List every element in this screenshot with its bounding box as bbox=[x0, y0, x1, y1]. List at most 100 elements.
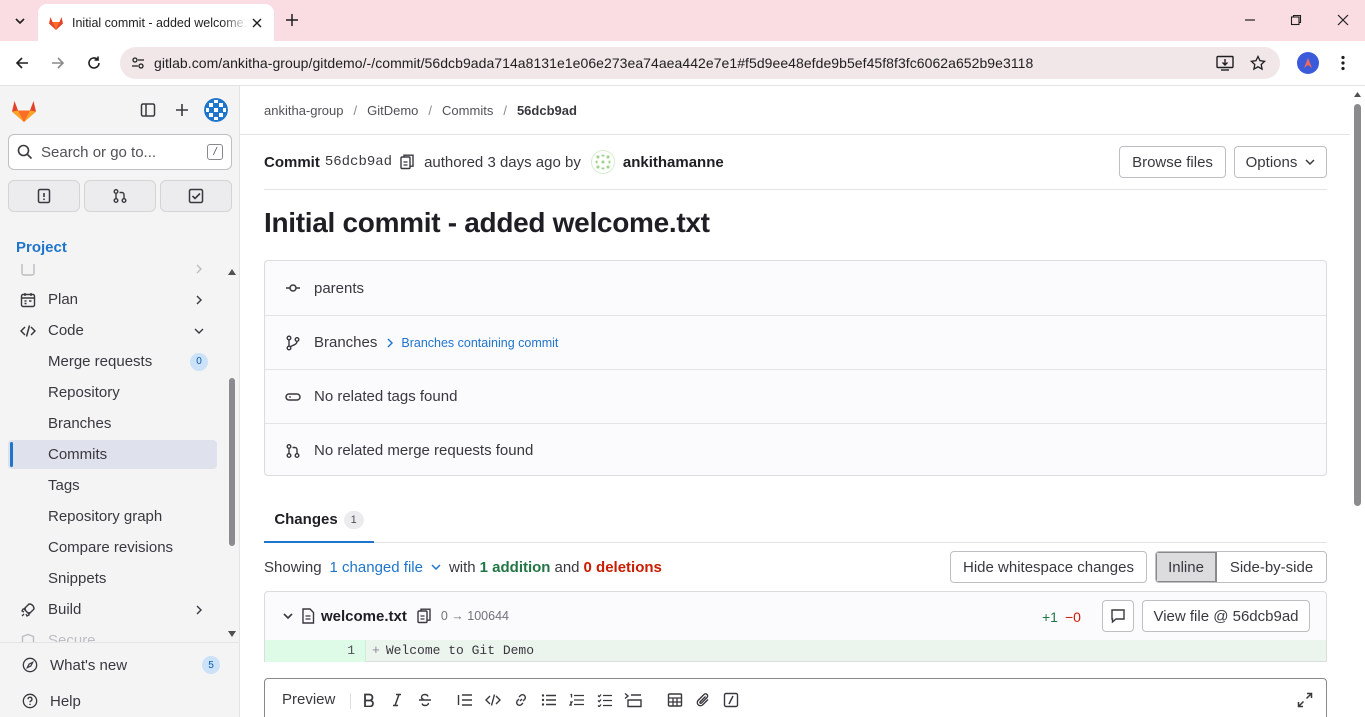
sidebar-item-build[interactable]: Build bbox=[8, 595, 217, 624]
diff-line-number[interactable]: 1 bbox=[265, 639, 366, 662]
sidebar-item-tags[interactable]: Tags bbox=[8, 471, 217, 500]
breadcrumb-group[interactable]: ankitha-group bbox=[264, 103, 344, 118]
sidebar-scrollbar[interactable] bbox=[224, 264, 240, 642]
copy-path-icon[interactable] bbox=[417, 608, 431, 624]
strikethrough-button[interactable] bbox=[415, 690, 435, 710]
tab-changes[interactable]: Changes 1 bbox=[264, 498, 374, 543]
table-button[interactable] bbox=[665, 690, 685, 710]
numbered-list-button[interactable] bbox=[567, 690, 587, 710]
sidebar-item-compare-revisions[interactable]: Compare revisions bbox=[8, 533, 217, 562]
minimize-button[interactable] bbox=[1238, 8, 1262, 32]
changed-files-dropdown[interactable]: 1 changed file bbox=[326, 559, 441, 576]
browser-tab[interactable]: Initial commit - added welcome.txt bbox=[38, 4, 274, 41]
toggle-sidebar-button[interactable] bbox=[136, 98, 160, 122]
sidebar-item-secure[interactable]: Secure bbox=[8, 626, 217, 642]
strikethrough-icon bbox=[419, 693, 431, 707]
divider bbox=[240, 134, 1350, 135]
new-tab-button[interactable] bbox=[282, 10, 302, 30]
side-by-side-view-button[interactable]: Side-by-side bbox=[1217, 552, 1326, 582]
comment-button[interactable] bbox=[1102, 600, 1134, 632]
link-button[interactable] bbox=[511, 690, 531, 710]
tab-close-icon[interactable] bbox=[248, 14, 266, 32]
bold-button[interactable] bbox=[359, 690, 379, 710]
sidebar-item-branches[interactable]: Branches bbox=[8, 409, 217, 438]
sidebar-item-label: Branches bbox=[48, 415, 112, 432]
breadcrumb-project[interactable]: GitDemo bbox=[367, 103, 418, 118]
collapse-chevron-icon[interactable] bbox=[283, 612, 293, 620]
site-info-icon[interactable] bbox=[130, 55, 146, 71]
quote-button[interactable] bbox=[455, 690, 475, 710]
scroll-up-arrow-icon[interactable] bbox=[227, 268, 237, 276]
sidebar-item-merge-requests[interactable]: Merge requests 0 bbox=[8, 347, 217, 376]
merge-requests-button[interactable] bbox=[84, 180, 156, 212]
hide-whitespace-button[interactable]: Hide whitespace changes bbox=[950, 551, 1147, 583]
install-app-button[interactable] bbox=[1213, 51, 1237, 75]
breadcrumb-commits[interactable]: Commits bbox=[442, 103, 493, 118]
assigned-issues-button[interactable] bbox=[8, 180, 80, 212]
sidebar-item-commits[interactable]: Commits bbox=[8, 440, 217, 469]
diff-view-toggle: Inline Side-by-side bbox=[1155, 551, 1327, 583]
fullscreen-button[interactable] bbox=[1295, 690, 1315, 710]
collapsible-section-button[interactable] bbox=[623, 690, 643, 710]
browser-menu-button[interactable] bbox=[1332, 51, 1354, 75]
commit-sha: 56dcb9ad bbox=[324, 154, 393, 170]
changes-count-badge: 1 bbox=[343, 510, 364, 529]
preview-tab[interactable]: Preview bbox=[282, 691, 335, 708]
sidebar-item-code[interactable]: Code bbox=[8, 316, 217, 345]
author-name[interactable]: ankithamanne bbox=[623, 154, 724, 171]
view-file-button[interactable]: View file @ 56dcb9ad bbox=[1142, 600, 1310, 632]
code-button[interactable] bbox=[483, 690, 503, 710]
scroll-down-arrow-icon[interactable] bbox=[227, 630, 237, 638]
help-button[interactable]: Help bbox=[8, 685, 224, 717]
tab-search-button[interactable] bbox=[8, 9, 32, 33]
comment-icon bbox=[1111, 609, 1125, 624]
sidebar-item-repository[interactable]: Repository bbox=[8, 378, 217, 407]
close-window-button[interactable] bbox=[1331, 8, 1355, 32]
bullet-list-button[interactable] bbox=[539, 690, 559, 710]
more-vertical-icon bbox=[1341, 55, 1345, 71]
branches-containing-commit-link[interactable]: Branches containing commit bbox=[387, 336, 558, 350]
bookmark-button[interactable] bbox=[1246, 51, 1270, 75]
gitlab-logo-icon[interactable] bbox=[10, 96, 38, 124]
forward-button[interactable] bbox=[46, 51, 70, 75]
url-text[interactable]: gitlab.com/ankitha-group/gitdemo/-/commi… bbox=[154, 55, 1033, 71]
author-avatar[interactable] bbox=[590, 150, 615, 174]
sidebar-item-label: Secure bbox=[48, 632, 96, 642]
profile-avatar[interactable] bbox=[1297, 52, 1319, 74]
todo-list-button[interactable] bbox=[160, 180, 232, 212]
italic-button[interactable] bbox=[387, 690, 407, 710]
scroll-up-arrow-icon[interactable] bbox=[1353, 91, 1362, 98]
whats-new-button[interactable]: What's new 5 bbox=[8, 649, 224, 681]
omnibox[interactable]: gitlab.com/ankitha-group/gitdemo/-/commi… bbox=[120, 47, 1280, 79]
copy-sha-icon[interactable] bbox=[400, 154, 414, 170]
tab-changes-label: Changes bbox=[274, 511, 338, 528]
page-scrollbar[interactable] bbox=[1350, 86, 1365, 717]
file-icon bbox=[302, 608, 315, 624]
options-dropdown[interactable]: Options bbox=[1234, 146, 1327, 178]
sidebar-item-plan[interactable]: Plan bbox=[8, 285, 217, 314]
restore-button[interactable] bbox=[1284, 8, 1308, 32]
sidebar-item-snippets[interactable]: Snippets bbox=[8, 564, 217, 593]
quick-actions-button[interactable] bbox=[721, 690, 741, 710]
sidebar-item-repository-graph[interactable]: Repository graph bbox=[8, 502, 217, 531]
diff-file-name[interactable]: welcome.txt bbox=[321, 608, 407, 625]
install-icon bbox=[1216, 55, 1234, 71]
user-avatar-icon[interactable] bbox=[204, 98, 228, 122]
reload-button[interactable] bbox=[82, 51, 106, 75]
merge-requests-label: No related merge requests found bbox=[314, 442, 534, 459]
back-button[interactable] bbox=[10, 51, 34, 75]
and-label: and bbox=[554, 558, 580, 576]
search-input[interactable]: Search or go to... / bbox=[8, 134, 232, 170]
inline-view-button[interactable]: Inline bbox=[1156, 552, 1217, 582]
page-scroll-thumb[interactable] bbox=[1354, 104, 1361, 506]
breadcrumb-current[interactable]: 56dcb9ad bbox=[517, 103, 577, 118]
todo-icon bbox=[188, 188, 204, 204]
browse-files-button[interactable]: Browse files bbox=[1119, 146, 1226, 178]
chevron-right-icon bbox=[191, 602, 207, 618]
arrow-left-icon bbox=[15, 57, 28, 69]
create-new-button[interactable] bbox=[170, 98, 194, 122]
attach-file-button[interactable] bbox=[693, 690, 713, 710]
sidebar-scroll-thumb[interactable] bbox=[229, 378, 235, 546]
task-list-button[interactable] bbox=[595, 690, 615, 710]
sidebar-item-manage[interactable] bbox=[8, 264, 217, 283]
